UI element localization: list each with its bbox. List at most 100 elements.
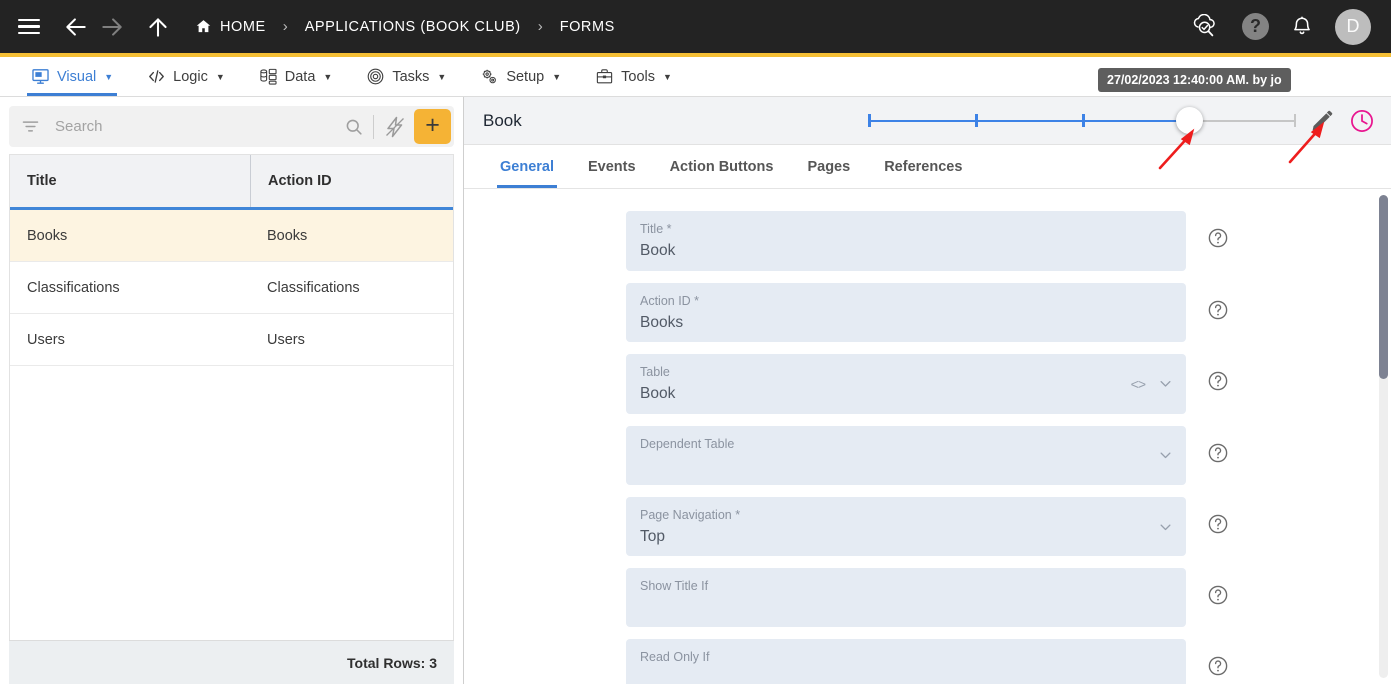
field-title-label: Title *	[640, 222, 672, 236]
help-icon[interactable]	[1207, 370, 1229, 392]
menu-item-data-label: Data	[284, 68, 316, 85]
field-title[interactable]: Title * Book	[626, 211, 1186, 271]
notifications-bell-icon[interactable]	[1291, 15, 1313, 39]
application-window: HOME › APPLICATIONS (BOOK CLUB) › FORMS …	[0, 0, 1391, 684]
field-dependent-table-label: Dependent Table	[640, 436, 735, 451]
chevron-down-icon[interactable]	[1158, 448, 1173, 463]
code-brackets-icon[interactable]: <>	[1131, 376, 1146, 392]
field-read-only-if[interactable]: Read Only If	[626, 639, 1186, 684]
field-row-show-title-if: Show Title If	[464, 568, 1391, 628]
slider-tick	[868, 114, 871, 127]
target-icon	[366, 67, 385, 86]
field-title-value: Book	[640, 242, 676, 259]
field-action-id[interactable]: Action ID * Books	[626, 282, 1186, 343]
clock-icon[interactable]	[1349, 108, 1375, 134]
back-arrow-icon[interactable]	[63, 14, 89, 40]
field-show-title-if[interactable]: Show Title If	[626, 568, 1186, 628]
cell-action-id: Classifications	[267, 279, 360, 296]
up-arrow-icon[interactable]	[145, 14, 171, 40]
help-icon[interactable]	[1207, 299, 1229, 321]
field-page-navigation-label: Page Navigation *	[640, 507, 741, 522]
field-page-navigation[interactable]: Page Navigation * Top	[626, 496, 1186, 557]
lightning-bolt-icon[interactable]	[383, 115, 407, 139]
avatar-initial: D	[1346, 16, 1360, 36]
chevron-down-icon: ▼	[437, 71, 447, 82]
chevron-down-icon: ▼	[215, 71, 225, 82]
menu-item-tasks[interactable]: Tasks ▼	[349, 57, 463, 96]
chevron-down-icon[interactable]	[1158, 376, 1173, 391]
field-table-value: Book	[640, 385, 676, 403]
menu-item-tools[interactable]: Tools ▼	[578, 57, 689, 96]
menu-item-data[interactable]: Data ▼	[242, 57, 350, 96]
search-input[interactable]	[41, 118, 344, 135]
tab-action-buttons[interactable]: Action Buttons	[653, 145, 791, 188]
help-icon[interactable]	[1207, 227, 1229, 249]
add-form-button[interactable]: +	[414, 109, 451, 144]
table-row[interactable]: Classifications Classifications	[10, 262, 453, 314]
version-history-slider[interactable]	[868, 106, 1296, 134]
breadcrumb: HOME › APPLICATIONS (BOOK CLUB) › FORMS	[195, 18, 615, 35]
field-table[interactable]: Table Book <>	[626, 354, 1186, 414]
field-page-navigation-value: Top	[640, 527, 665, 545]
table-row[interactable]: Users Users	[10, 314, 453, 366]
slider-tick	[975, 114, 978, 127]
help-icon[interactable]	[1207, 655, 1229, 677]
slider-tick	[1293, 114, 1296, 127]
database-icon	[259, 67, 278, 86]
cell-action-id: Users	[267, 331, 305, 348]
field-show-title-if-label: Show Title If	[640, 579, 709, 594]
hamburger-menu-icon[interactable]	[18, 18, 40, 35]
help-icon[interactable]: ?	[1242, 13, 1269, 40]
user-avatar[interactable]: D	[1335, 8, 1371, 45]
tab-pages[interactable]: Pages	[790, 145, 867, 188]
toolbar-divider	[373, 114, 374, 139]
breadcrumb-item-forms[interactable]: FORMS	[560, 19, 615, 35]
field-row-table: Table Book <>	[464, 354, 1391, 414]
menu-item-setup-label: Setup	[506, 68, 545, 85]
menu-item-logic[interactable]: Logic ▼	[130, 57, 242, 96]
filter-icon[interactable]	[20, 116, 41, 137]
forward-arrow-icon[interactable]	[99, 14, 125, 40]
cell-title: Classifications	[27, 279, 120, 296]
field-read-only-if-value	[640, 670, 1172, 684]
help-icon[interactable]	[1207, 513, 1229, 535]
menu-item-logic-label: Logic	[173, 68, 208, 85]
help-icon[interactable]	[1207, 584, 1229, 606]
column-header-title[interactable]: Title	[10, 155, 250, 207]
help-icon[interactable]	[1207, 442, 1229, 464]
tab-references[interactable]: References	[867, 145, 979, 188]
cell-title: Users	[27, 331, 65, 348]
table-row[interactable]: Books Books	[10, 210, 453, 262]
chevron-down-icon[interactable]	[1158, 519, 1173, 534]
breadcrumb-item-applications[interactable]: APPLICATIONS (BOOK CLUB)	[305, 19, 521, 35]
menu-item-setup[interactable]: Setup ▼	[463, 57, 578, 96]
version-slider-area	[868, 106, 1377, 134]
main-content: + Title Action ID Books Books Classifica…	[0, 97, 1391, 684]
cell-title: Books	[27, 227, 68, 244]
pencil-icon[interactable]	[1310, 108, 1335, 133]
magnifier-icon[interactable]	[344, 117, 364, 137]
detail-tabs: General Events Action Buttons Pages Refe…	[464, 145, 1391, 189]
form-fields: Title * Book Action ID * Books Table Boo…	[464, 189, 1391, 684]
scrollbar-thumb[interactable]	[1379, 195, 1388, 379]
tab-events[interactable]: Events	[571, 145, 653, 188]
grid-header-row: Title Action ID	[10, 155, 453, 210]
menu-item-visual-label: Visual	[57, 68, 97, 85]
add-form-button-label: +	[425, 111, 440, 139]
column-header-action-id[interactable]: Action ID	[250, 155, 453, 207]
tab-general[interactable]: General	[483, 145, 571, 188]
slider-thumb[interactable]	[1176, 106, 1203, 134]
chevron-down-icon: ▼	[663, 71, 672, 82]
field-row-read-only-if: Read Only If	[464, 639, 1391, 684]
gears-icon	[480, 67, 499, 86]
vertical-scrollbar[interactable]	[1379, 195, 1388, 678]
help-icon-glyph: ?	[1250, 16, 1261, 36]
form-detail-header: Book	[464, 97, 1391, 145]
cloud-search-icon[interactable]	[1190, 13, 1220, 40]
menu-item-visual[interactable]: Visual ▼	[14, 57, 130, 96]
breadcrumb-item-home[interactable]: HOME	[195, 18, 266, 35]
field-row-title: Title * Book	[464, 211, 1391, 271]
field-action-id-value: Books	[640, 313, 684, 331]
field-dependent-table[interactable]: Dependent Table	[626, 425, 1186, 485]
field-row-dependent-table: Dependent Table	[464, 425, 1391, 485]
